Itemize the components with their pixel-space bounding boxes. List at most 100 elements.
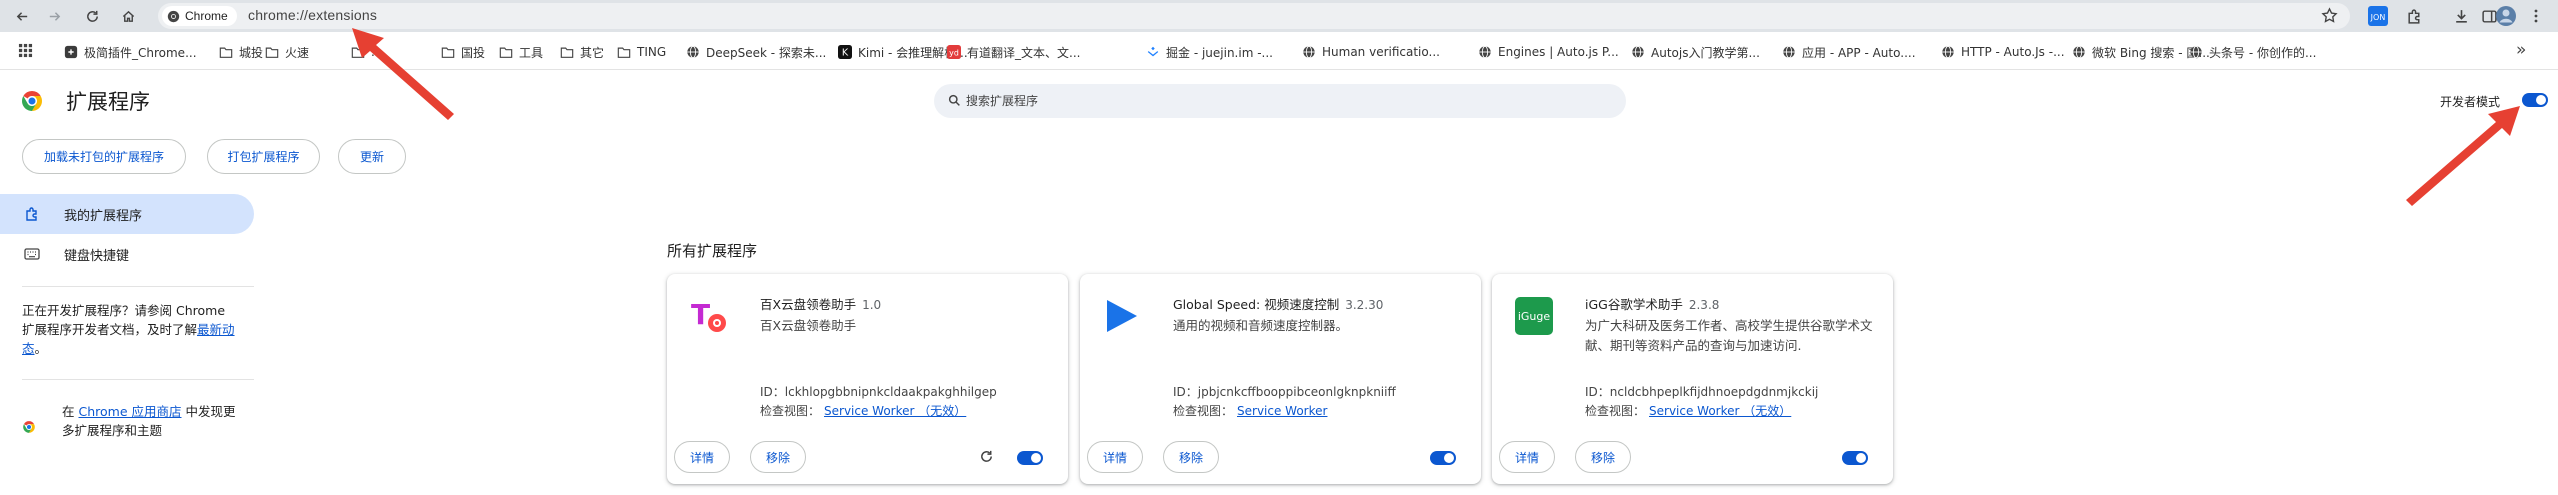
update-button[interactable]: 更新 [338,139,406,174]
bookmark-label: 掘金 - juejin.im -... [1166,45,1273,60]
globe-icon [1631,45,1645,59]
search-icon [948,94,960,106]
forward-button[interactable] [44,6,64,26]
extension-card: Global Speed: 视频速度控制 3.2.30 通用的视频和音频速度控制器… [1080,274,1481,484]
puzzle-icon [26,207,37,221]
service-worker-link[interactable]: Service Worker （无效） [824,404,966,418]
bookmark-item[interactable]: yd 有道翻译_文本、文... [947,43,1080,61]
sidebar-item-keyboard-shortcuts[interactable]: 键盘快捷键 [0,234,254,274]
details-button[interactable]: 详情 [674,441,731,473]
back-button[interactable] [12,6,32,26]
folder-icon [265,45,279,59]
extension-name-line: iGG谷歌学术助手 2.3.8 [1585,294,1719,313]
sidebar-item-my-extensions[interactable]: 我的扩展程序 [0,194,254,234]
reload-button[interactable] [82,6,102,26]
more-vertical-icon [2534,9,2538,23]
baixia-extension-icon: T [689,296,729,336]
inspect-views: 检查视图： Service Worker [1173,402,1327,419]
inspect-prefix: 检查视图： [1173,404,1234,418]
load-unpacked-button[interactable]: 加载未打包的扩展程序 [22,139,186,174]
svg-text:yd: yd [949,49,959,58]
bookmark-star-icon[interactable] [2321,7,2338,24]
bookmark-item[interactable]: Autojs入门教学第... [1631,43,1760,61]
bookmark-item[interactable]: 掘金 - juejin.im -... [1146,43,1273,61]
bookmark-item[interactable]: 其它 [560,43,604,61]
details-button[interactable]: 详情 [1087,441,1144,473]
address-bar[interactable]: Chrome chrome://extensions [158,3,2350,29]
arrow-right-icon [49,11,60,21]
apps-grid-icon[interactable] [18,43,33,58]
service-worker-link[interactable]: Service Worker [1237,404,1327,418]
bookmark-item[interactable]: Human verificatio... [1302,43,1440,61]
folder-icon [617,45,631,59]
bookmarks-overflow-button[interactable]: » [2516,40,2526,60]
bookmark-item[interactable]: 头条号 - 你创作的... [2189,43,2316,61]
inspect-views: 检查视图： Service Worker （无效） [1585,402,1791,419]
globe-icon [1782,45,1796,59]
downloads-button[interactable] [2448,3,2474,29]
folder-icon [219,45,233,59]
bookmark-item[interactable]: TING [617,43,666,61]
extension-enable-toggle[interactable] [1842,451,1868,465]
dev-docs-text: 正在开发扩展程序？请参阅 Chrome 扩展程序开发者文档，及时了解 [22,303,226,337]
bookmark-label: 工具 [519,45,544,60]
web-store-link[interactable]: Chrome 应用商店 [78,404,181,419]
remove-button[interactable]: 移除 [1575,441,1632,473]
chrome-icon [167,10,180,22]
dev-docs-end: 。 [34,341,48,356]
extension-card: T 百X云盘领卷助手 1.0 百X云盘领卷助手 ID：lckhlopgbbnipn… [667,274,1068,484]
bookmark-item[interactable]: 城投 [219,43,263,61]
section-title: 所有扩展程序 [667,242,758,260]
extension-version: 3.2.30 [1345,298,1384,312]
extension-description: 通用的视频和音频速度控制器。 [1173,318,1349,333]
id-prefix: ID： [1173,385,1198,399]
details-button[interactable]: 详情 [1499,441,1556,473]
extension-enable-toggle[interactable] [1017,451,1043,465]
bookmark-label: TING [637,45,667,59]
sidebar-item-label: 键盘快捷键 [64,248,130,264]
puzzle-icon [64,45,78,59]
remove-button[interactable]: 移除 [750,441,807,473]
bookmark-item[interactable]: DeepSeek - 探索未... [686,43,826,61]
extensions-button[interactable] [2400,3,2428,29]
site-chip[interactable]: Chrome [162,6,237,26]
bookmark-item[interactable]: 极简插件_Chrome... [64,43,197,61]
search-box[interactable] [934,84,1626,118]
extension-name-line: Global Speed: 视频速度控制 3.2.30 [1173,294,1383,313]
globe-icon [1941,45,1955,59]
bookmark-label: 有道翻译_文本、文... [967,45,1081,60]
iguge-extension-icon: iGuge [1514,296,1554,336]
remove-button[interactable]: 移除 [1163,441,1220,473]
extension-version: 1.0 [862,298,882,312]
inspect-prefix: 检查视图： [760,404,821,418]
inspect-prefix: 检查视图： [1585,404,1646,418]
bookmark-item[interactable]: 工具 [499,43,543,61]
id-value: jpbjcnkcffbooppibceonlgknpkniiff [1197,385,1396,399]
extension-enable-toggle[interactable] [1430,451,1456,465]
bookmark-item[interactable]: 火速 [265,43,309,61]
reload-icon[interactable] [979,449,994,464]
jon-extension-icon: JON [2368,6,2388,26]
pack-extension-button[interactable]: 打包扩展程序 [207,139,320,174]
svg-text:JON: JON [2370,13,2386,22]
id-prefix: ID： [1585,385,1610,399]
svg-text:iGuge: iGuge [1518,310,1551,323]
svg-text:T: T [691,298,710,331]
bookmark-item[interactable]: Engines | Auto.js P... [1478,43,1619,61]
globe-icon [1478,45,1492,59]
bookmark-label: 头条号 - 你创作的... [2209,45,2317,60]
bookmark-label: Engines | Auto.js P... [1498,45,1619,59]
bookmark-label: 应用 - APP - Auto.... [1802,45,1916,60]
id-value: ncldcbhpeplkfijdhnoepdgdnmjkckij [1609,385,1819,399]
extension-jon-button[interactable]: JON [2364,3,2392,29]
bookmark-item[interactable]: 应用 - APP - Auto.... [1782,43,1916,61]
chrome-menu-button[interactable] [2524,3,2548,29]
service-worker-link[interactable]: Service Worker （无效） [1649,404,1791,418]
juejin-icon [1146,45,1160,59]
search-input[interactable] [966,84,1606,118]
id-prefix: ID： [760,385,785,399]
bookmark-item[interactable]: HTTP - Auto.Js -... [1941,43,2065,61]
home-button[interactable] [118,6,138,26]
url-text[interactable]: chrome://extensions [248,7,377,23]
profile-avatar[interactable] [2490,3,2522,29]
